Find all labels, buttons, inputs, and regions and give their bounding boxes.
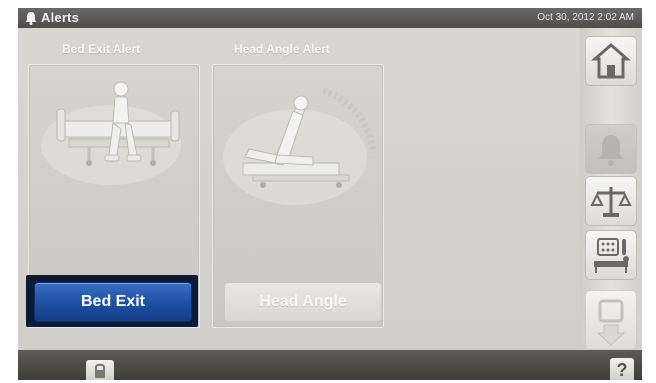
alerts-screen: Alerts Oct 30, 2012 2:02 AM Bed Exit Ale… [18, 8, 642, 380]
bed-exit-alert-title: Bed Exit Alert [62, 42, 141, 56]
help-button[interactable]: ? [610, 358, 634, 380]
alert-nav-button[interactable] [585, 124, 637, 174]
page-title: Alerts [41, 10, 80, 25]
therapy-icon [594, 238, 629, 273]
alert-bell-icon [598, 135, 624, 166]
lock-icon [95, 363, 105, 378]
bed-exit-illustration [41, 81, 181, 185]
head-angle-button[interactable]: Head Angle [224, 282, 382, 322]
scale-icon [590, 187, 632, 217]
top-bar: Alerts Oct 30, 2012 2:02 AM [18, 8, 642, 28]
therapy-button[interactable] [585, 230, 637, 280]
bed-exit-button[interactable]: Bed Exit [34, 282, 192, 322]
home-icon [591, 43, 631, 79]
lock-button[interactable] [86, 360, 114, 380]
more-options-button[interactable] [585, 290, 637, 350]
home-button[interactable] [585, 36, 637, 86]
head-angle-illustration [223, 87, 377, 205]
head-angle-alert-title: Head Angle Alert [234, 42, 330, 56]
more-arrow-icon [596, 299, 626, 346]
bell-icon [25, 12, 37, 25]
datetime-display: Oct 30, 2012 2:02 AM [537, 12, 634, 23]
scale-button[interactable] [585, 176, 637, 226]
